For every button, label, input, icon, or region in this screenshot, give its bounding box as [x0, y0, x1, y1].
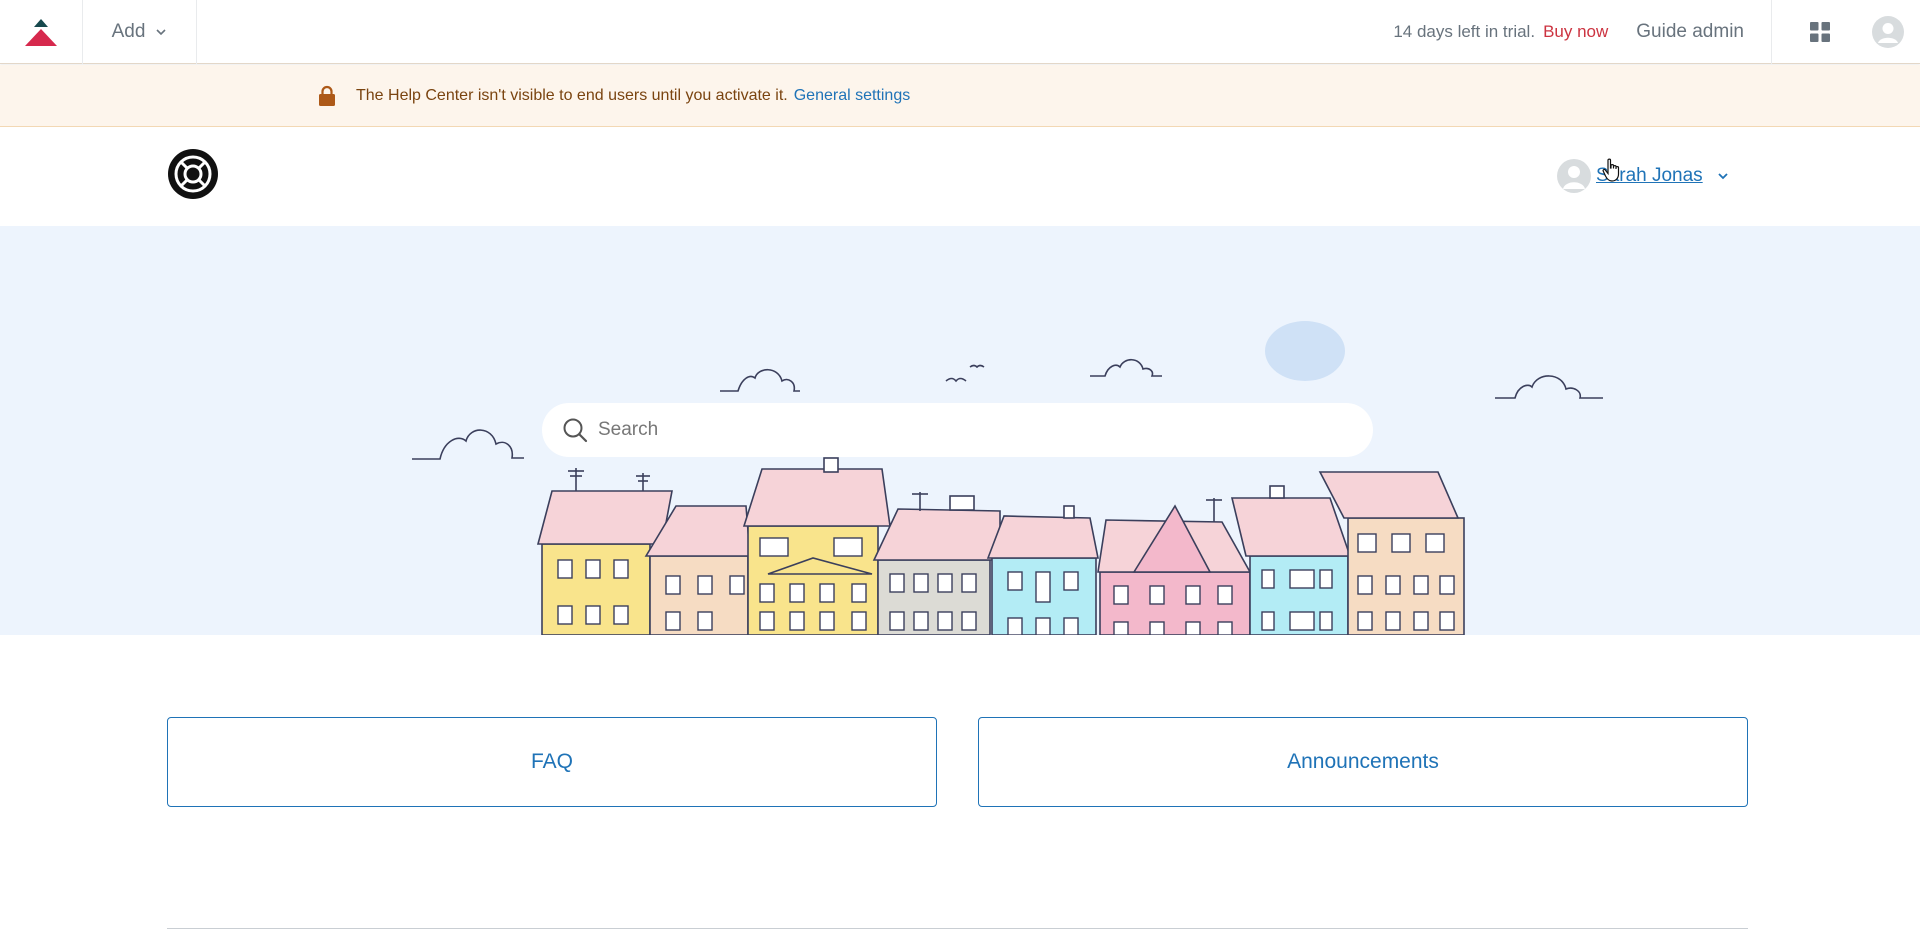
section-divider [167, 928, 1748, 929]
zendesk-triangle-icon [25, 18, 57, 46]
chevron-down-icon [156, 28, 166, 35]
category-faq[interactable]: FAQ [167, 717, 937, 807]
search-icon [563, 418, 588, 443]
search-input[interactable] [598, 419, 1338, 441]
grid-icon [1809, 21, 1830, 42]
general-settings-link[interactable]: General settings [794, 87, 911, 105]
help-center-header: Sarah Jonas [0, 128, 1920, 226]
guide-admin-link[interactable]: Guide admin [1636, 0, 1772, 64]
avatar-icon [1871, 15, 1904, 48]
admin-topbar: Add 14 days left in trial. Buy now Guide… [0, 0, 1920, 64]
avatar-icon [1563, 166, 1585, 189]
apps-button[interactable] [1772, 0, 1867, 64]
notice-message: The Help Center isn't visible to end use… [356, 86, 788, 104]
hand-cursor-icon [1602, 158, 1620, 182]
help-center-logo[interactable] [167, 148, 219, 200]
trial-status: 14 days left in trial. [1393, 21, 1536, 41]
search-bar[interactable] [542, 403, 1373, 457]
add-menu-button[interactable]: Add [83, 0, 197, 64]
activation-notice: The Help Center isn't visible to end use… [0, 65, 1920, 127]
user-avatar [1557, 159, 1591, 193]
profile-button[interactable] [1867, 0, 1908, 64]
lifebuoy-icon [168, 149, 218, 199]
user-menu-button[interactable]: Sarah Jonas [1557, 159, 1729, 193]
product-logo[interactable] [0, 0, 83, 64]
chevron-down-icon [1718, 173, 1728, 180]
buy-now-link[interactable]: Buy now [1543, 22, 1608, 42]
add-label: Add [111, 20, 146, 42]
category-announcements[interactable]: Announcements [978, 717, 1748, 807]
lock-icon [316, 85, 338, 107]
hero-section [0, 226, 1920, 635]
